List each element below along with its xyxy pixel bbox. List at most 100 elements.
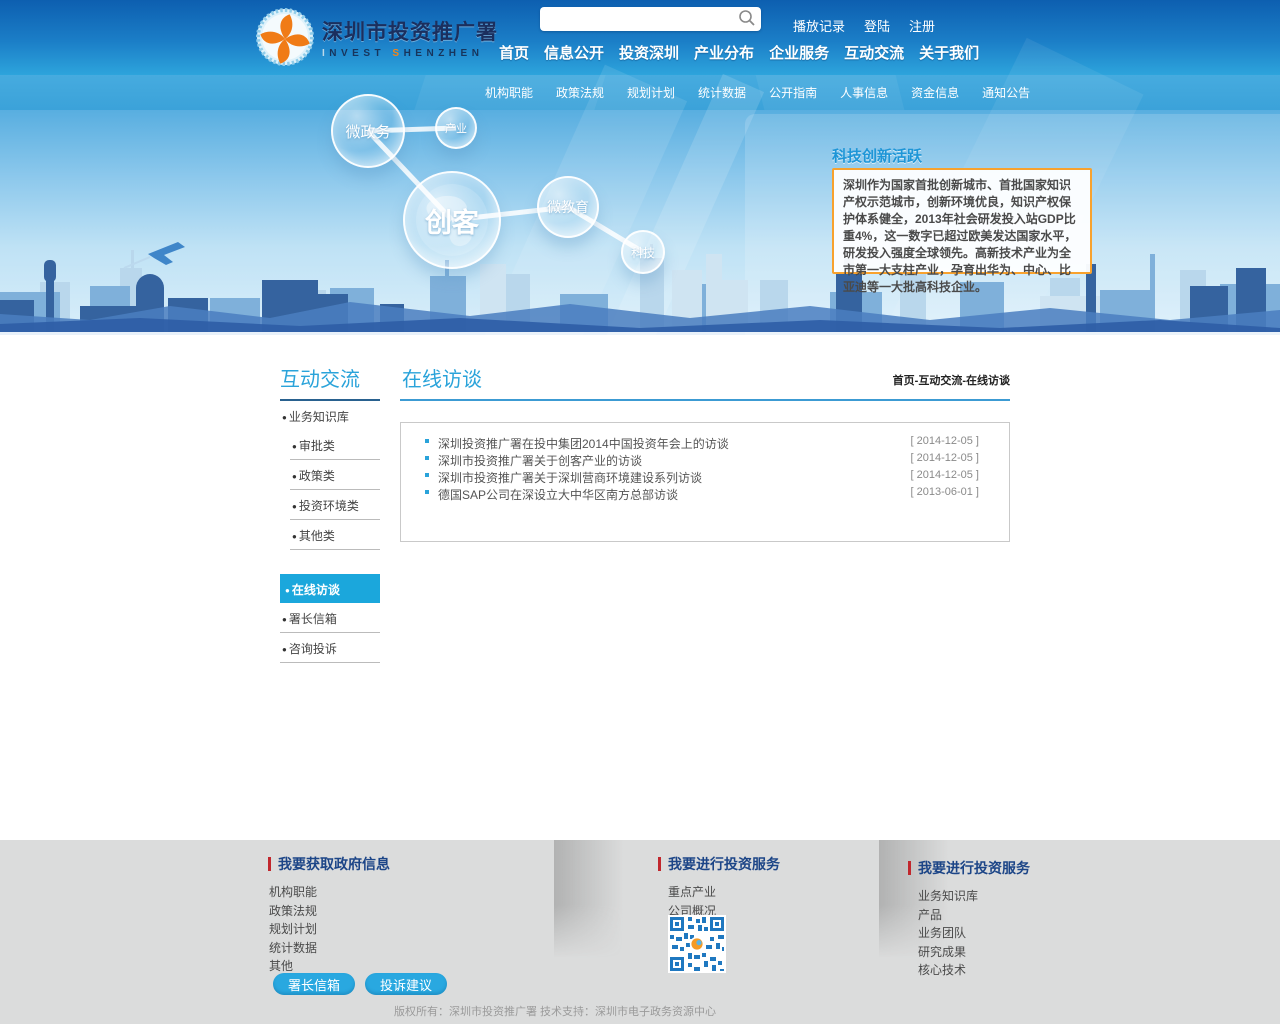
sidebar-item-others[interactable]: ●其他类 [290, 520, 380, 550]
footer-link-knowledge-base[interactable]: 业务知识库 [918, 887, 1030, 906]
main-header: 在线访谈 首页-互动交流-在线访谈 [400, 363, 1010, 401]
sidebar-item-consult-complaint[interactable]: ●咨询投诉 [280, 633, 380, 663]
site-logo[interactable]: 深圳市投资推广署 INVEST SHENZHEN [256, 8, 498, 66]
main-column: 在线访谈 首页-互动交流-在线访谈 深圳投资推广署在投中集团2014中国投资年会… [400, 363, 1010, 542]
footer-link-plans[interactable]: 规划计划 [269, 920, 390, 939]
logo-text: 深圳市投资推广署 INVEST SHENZHEN [322, 16, 498, 59]
qr-code [668, 915, 726, 973]
sidebar-item-label: 在线访谈 [292, 583, 340, 597]
subtitle-part: NVEST [329, 48, 392, 59]
footer-link-core-technology[interactable]: 核心技术 [918, 961, 1030, 980]
footer-col-header: 我要进行投资服务 [908, 858, 1030, 878]
footer-col-invest-services: 我要进行投资服务 重点产业 公司概况 [658, 854, 780, 920]
main-nav: 首页 信息公开 投资深圳 产业分布 企业服务 互动交流 关于我们 [499, 42, 979, 63]
bullet-icon: ● [292, 532, 297, 541]
nav-industry-distribution[interactable]: 产业分布 [694, 42, 754, 63]
red-bar-icon [658, 857, 661, 871]
footer-link-business-team[interactable]: 业务团队 [918, 924, 1030, 943]
article-date: 2014-12-05 [910, 469, 979, 481]
article-row[interactable]: 深圳市投资推广署关于创客产业的访谈 2014-12-05 [423, 451, 991, 468]
page-title: 在线访谈 [402, 363, 482, 392]
bullet-square-icon [425, 456, 429, 460]
bullet-icon: ● [282, 413, 287, 422]
site-header: 深圳市投资推广署 INVEST SHENZHEN 播放记录 登陆 注册 首页 信… [0, 0, 1280, 75]
footer-link-products[interactable]: 产品 [918, 906, 1030, 925]
bullet-icon: ● [292, 442, 297, 451]
account-links: 播放记录 登陆 注册 [793, 16, 935, 35]
bullet-icon: ● [285, 586, 290, 595]
site-subtitle: INVEST SHENZHEN [322, 48, 498, 59]
bubble-tech: 科技 [621, 230, 665, 274]
bullet-icon: ● [292, 502, 297, 511]
article-title[interactable]: 德国SAP公司在深设立大中华区南方总部访谈 [438, 486, 678, 503]
search-icon [738, 9, 756, 27]
bullet-square-icon [425, 473, 429, 477]
sidebar-item-label: 署长信箱 [289, 612, 337, 626]
bubble-label: 产业 [445, 120, 467, 136]
bubble-maker: 创客 [403, 171, 501, 269]
footer-link-policies[interactable]: 政策法规 [269, 902, 390, 921]
footer-fold-shadow [554, 840, 650, 958]
article-date: 2014-12-05 [910, 435, 979, 447]
footer-col-gov-info: 我要获取政府信息 机构职能 政策法规 规划计划 统计数据 其他 [268, 854, 390, 976]
footer-link-agency-functions[interactable]: 机构职能 [269, 883, 390, 902]
login-link[interactable]: 登陆 [864, 16, 890, 35]
nav-home[interactable]: 首页 [499, 42, 529, 63]
sidebar-item-label: 咨询投诉 [289, 642, 337, 656]
red-bar-icon [908, 861, 911, 875]
nav-interaction[interactable]: 互动交流 [844, 42, 904, 63]
footer-link-key-industries[interactable]: 重点产业 [668, 883, 780, 902]
sidebar-item-invest-env[interactable]: ●投资环境类 [290, 490, 380, 520]
nav-about-us[interactable]: 关于我们 [919, 42, 979, 63]
nav-enterprise-services[interactable]: 企业服务 [769, 42, 829, 63]
article-list: 深圳投资推广署在投中集团2014中国投资年会上的访谈 2014-12-05 深圳… [400, 422, 1010, 542]
article-row[interactable]: 深圳投资推广署在投中集团2014中国投资年会上的访谈 2014-12-05 [423, 434, 991, 451]
hero-card-body: 深圳作为国家首批创新城市、首批国家知识产权示范城市，创新环境优良，知识产权保护体… [843, 178, 1076, 294]
article-title[interactable]: 深圳市投资推广署关于创客产业的访谈 [438, 452, 642, 469]
bubble-industry: 产业 [435, 107, 477, 149]
bullet-icon: ● [282, 645, 287, 654]
article-title[interactable]: 深圳投资推广署在投中集团2014中国投资年会上的访谈 [438, 435, 729, 452]
complaint-suggestion-button[interactable]: 投诉建议 [365, 973, 447, 995]
search-box [540, 7, 761, 31]
article-date: 2013-06-01 [910, 486, 979, 498]
article-row[interactable]: 深圳市投资推广署关于深圳营商环境建设系列访谈 2014-12-05 [423, 468, 991, 485]
play-history-link[interactable]: 播放记录 [793, 16, 845, 35]
sidebar-item-approval[interactable]: ●审批类 [290, 430, 380, 460]
sidebar-item-knowledge-base[interactable]: ●业务知识库 [280, 401, 380, 430]
footer-link-research-results[interactable]: 研究成果 [918, 943, 1030, 962]
bullet-icon: ● [292, 472, 297, 481]
sidebar-item-label: 审批类 [299, 439, 335, 453]
search-button[interactable] [736, 9, 758, 29]
sidebar-item-label: 其他类 [299, 529, 335, 543]
hero-card-title: 科技创新活跃 [832, 145, 922, 166]
sidebar-item-director-mailbox[interactable]: ●署长信箱 [280, 603, 380, 633]
hero-card: 深圳作为国家首批创新城市、首批国家知识产权示范城市，创新环境优良，知识产权保护体… [832, 168, 1092, 274]
nav-invest-shenzhen[interactable]: 投资深圳 [619, 42, 679, 63]
footer-col-title: 我要进行投资服务 [668, 854, 780, 874]
footer-link-statistics[interactable]: 统计数据 [269, 939, 390, 958]
footer-col-invest-services-2: 我要进行投资服务 业务知识库 产品 业务团队 研究成果 核心技术 [908, 858, 1030, 980]
director-mailbox-button[interactable]: 署长信箱 [273, 973, 355, 995]
bubble-micro-gov: 微政务 [331, 94, 405, 168]
search-input[interactable] [546, 7, 731, 31]
bubble-label: 微政务 [345, 121, 390, 142]
nav-info-disclosure[interactable]: 信息公开 [544, 42, 604, 63]
sidebar-item-policy[interactable]: ●政策类 [290, 460, 380, 490]
sidebar: 互动交流 ●业务知识库 ●审批类 ●政策类 ●投资环境类 ●其他类 ●在线访谈 … [280, 363, 380, 663]
article-row[interactable]: 德国SAP公司在深设立大中华区南方总部访谈 2013-06-01 [423, 485, 991, 502]
copyright-text: 版权所有：深圳市投资推广署 技术支持：深圳市电子政务资源中心 [0, 1003, 1110, 1019]
bubble-label: 科技 [631, 244, 655, 261]
sidebar-item-label: 政策类 [299, 469, 335, 483]
footer-col-header: 我要进行投资服务 [658, 854, 780, 874]
sidebar-item-online-interview[interactable]: ●在线访谈 [280, 574, 380, 603]
article-title[interactable]: 深圳市投资推广署关于深圳营商环境建设系列访谈 [438, 469, 702, 486]
sidebar-item-label: 业务知识库 [289, 410, 349, 424]
bubble-label: 微教育 [547, 197, 589, 217]
footer-buttons: 署长信箱 投诉建议 [273, 973, 447, 995]
bullet-square-icon [425, 439, 429, 443]
sidebar-item-label: 投资环境类 [299, 499, 359, 513]
footer-col-header: 我要获取政府信息 [268, 854, 390, 874]
content-area: 互动交流 ●业务知识库 ●审批类 ●政策类 ●投资环境类 ●其他类 ●在线访谈 … [0, 335, 1280, 840]
register-link[interactable]: 注册 [909, 16, 935, 35]
